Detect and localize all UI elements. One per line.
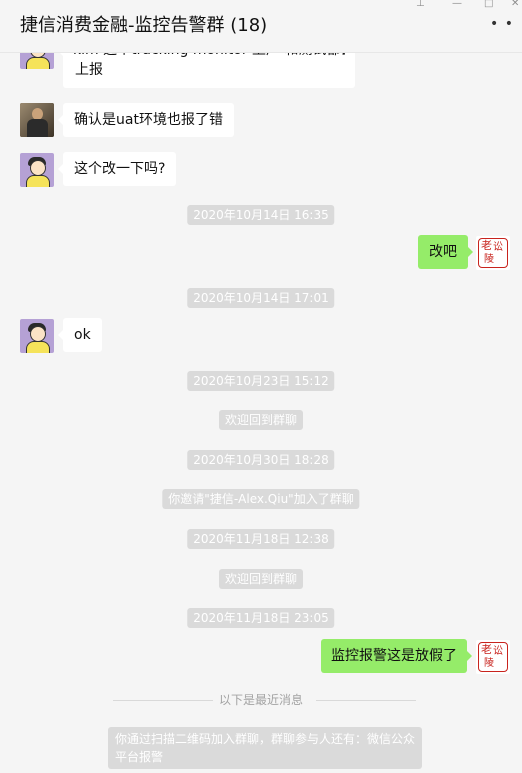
message-text: 改吧: [429, 244, 457, 260]
message-text: 这个改一下吗?: [74, 161, 166, 177]
girl-avatar[interactable]: [20, 319, 54, 353]
message-text: 确认是uat环境也报了错: [74, 112, 223, 128]
message-bubble[interactable]: 确认是uat环境也报了错: [58, 103, 234, 137]
message-text: ok: [74, 327, 91, 343]
system-message: 欢迎回到群聊: [218, 569, 304, 589]
timestamp: 2020年11月18日 12:38: [187, 529, 335, 549]
chat-title: 捷信消费金融-监控告警群 (18): [20, 15, 268, 36]
man-avatar[interactable]: [20, 103, 54, 137]
girl-avatar[interactable]: [20, 153, 54, 187]
my-message-bubble[interactable]: 改吧: [418, 235, 473, 269]
pin-icon[interactable]: ⊥: [416, 0, 425, 11]
system-message: 欢迎回到群聊: [218, 410, 304, 430]
seal-avatar[interactable]: 老讼陵: [476, 236, 510, 270]
message-bubble[interactable]: ok: [58, 318, 102, 352]
timestamp: 2020年10月23日 15:12: [187, 371, 335, 391]
message-text-line: 上报: [75, 62, 103, 78]
system-message: 你邀请"捷信-Alex.Qiu"加入了群聊: [162, 489, 360, 509]
close-icon[interactable]: ✕: [511, 0, 519, 11]
recent-messages-divider: 以下是最近消息: [218, 693, 303, 707]
message-bubble[interactable]: 这个改一下吗?: [57, 152, 177, 186]
seal-avatar[interactable]: 老讼陵: [476, 640, 510, 674]
timestamp: 2020年10月14日 16:35: [187, 205, 335, 225]
minimize-icon[interactable]: —: [452, 0, 462, 11]
chat-header: 捷信消费金融-监控告警群 (18) ⊥ — □ ✕ • •: [0, 0, 522, 53]
timestamp: 2020年10月14日 17:01: [187, 288, 335, 308]
chat-window: kim 这个tracking monitor 上产 和测试都会 上报 确认是ua…: [0, 0, 522, 773]
message-text: 监控报警这是放假了: [331, 648, 457, 664]
join-notice: 你通过扫描二维码加入群聊，群聊参与人还有：微信公众平台报警: [108, 727, 422, 769]
my-message-bubble[interactable]: 监控报警这是放假了: [321, 639, 472, 673]
maximize-icon[interactable]: □: [484, 0, 493, 11]
more-icon[interactable]: • •: [490, 16, 514, 32]
timestamp: 2020年10月30日 18:28: [187, 450, 335, 470]
timestamp: 2020年11月18日 23:05: [187, 608, 335, 628]
